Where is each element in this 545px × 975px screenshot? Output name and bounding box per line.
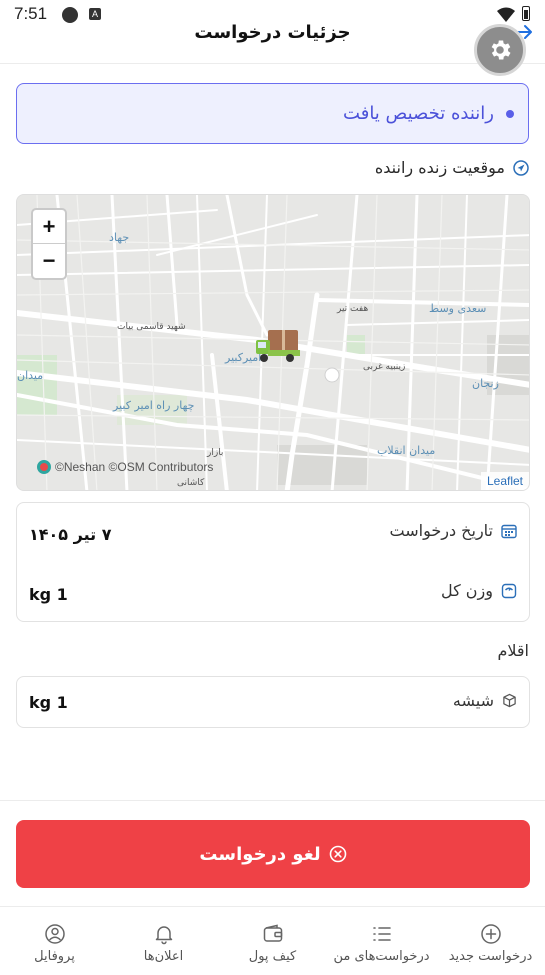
live-location-label: موقعیت زنده راننده [374,158,505,177]
bottom-nav: درخواست جدید درخواست‌های من کیف پول اعلا… [0,906,545,975]
map-label-jihad: جهاد [109,231,129,244]
plus-circle-icon [480,924,501,944]
map-label-amir-kabir-junction: چهار راه امیر کبیر [112,399,194,412]
status-text: راننده تخصیص یافت [343,103,494,124]
bell-icon [155,926,172,945]
weight-label: وزن کل [440,581,493,600]
map-label-saadi: سعدی وسط [429,302,486,315]
nav-item-notifications[interactable]: اعلان‌ها [109,907,218,975]
nav-label: اعلان‌ها [143,949,184,964]
cancel-request-button[interactable]: لغو درخواست [16,820,530,888]
box-icon [503,693,516,708]
item-name: شیشه [452,691,494,710]
nav-item-profile[interactable]: پروفایل [0,907,109,975]
date-row: تاریخ درخواست ۷ تیر ۱۴۰۵ [17,503,529,563]
neshan-logo-icon [37,460,51,474]
map-attribution: ©Neshan ©OSM Contributors [37,460,213,474]
attribution-text: ©Neshan ©OSM Contributors [55,460,214,474]
truck-marker-icon[interactable] [254,328,302,364]
item-weight: 1 kg [29,693,68,712]
nav-item-my-requests[interactable]: درخواست‌های من [327,907,436,975]
settings-button[interactable] [474,24,526,76]
wallet-icon [263,924,282,942]
leaflet-link[interactable]: Leaflet [480,472,529,490]
date-label: تاریخ درخواست [389,521,494,540]
page-title: جزئیات درخواست [194,22,351,43]
gear-icon [491,40,511,60]
weight-row: وزن کل 1 kg [17,563,529,623]
navigation-icon [513,159,529,176]
nav-item-new-request[interactable]: درخواست جدید [436,907,545,975]
list-item: شیشه 1 kg [16,676,530,728]
map-label-enghelab: میدان انقلاب [377,444,435,457]
nav-label: پروفایل [34,949,75,964]
zoom-in-button[interactable]: + [33,210,65,244]
zoom-out-button[interactable]: − [33,244,65,278]
map-label-zeinabieh: زینبیه غربی [363,362,405,372]
request-info-card: تاریخ درخواست ۷ تیر ۱۴۰۵ وزن کل 1 kg [16,502,530,622]
cancel-request-label: لغو درخواست [199,843,321,865]
map-view[interactable]: جهاد چهار راه امیر کبیر سعدی وسط زنجان م… [16,194,530,491]
nav-label: کیف پول [248,949,297,964]
scale-icon [501,583,517,598]
zoom-control: + − [31,208,67,280]
map-label-haft-tir: هفت تیر [336,304,368,314]
close-circle-icon [329,845,346,863]
profile-icon [44,924,65,944]
live-location-header: موقعیت زنده راننده [375,158,529,177]
items-title: اقلام [497,641,529,660]
list-icon [372,927,391,941]
nav-item-wallet[interactable]: کیف پول [218,907,327,975]
map-label-meydan: میدان [17,369,43,382]
map-label-bazar: بازار [206,448,223,458]
map-label-kashani: کاشانی [177,478,205,488]
weight-value: 1 kg [29,585,68,604]
date-value: ۷ تیر ۱۴۰۵ [29,525,112,544]
status-badge: راننده تخصیص یافت [16,83,529,144]
calendar-icon [501,524,517,538]
app-header: جزئیات درخواست [0,0,545,76]
divider [0,800,545,801]
map-label-zanjan: زنجان [472,377,499,390]
nav-label: درخواست‌های من [333,949,430,964]
map-label-ghasemi: شهید قاسمی بیات [117,322,186,332]
status-dot-icon [506,109,514,118]
nav-label: درخواست جدید [448,949,533,964]
